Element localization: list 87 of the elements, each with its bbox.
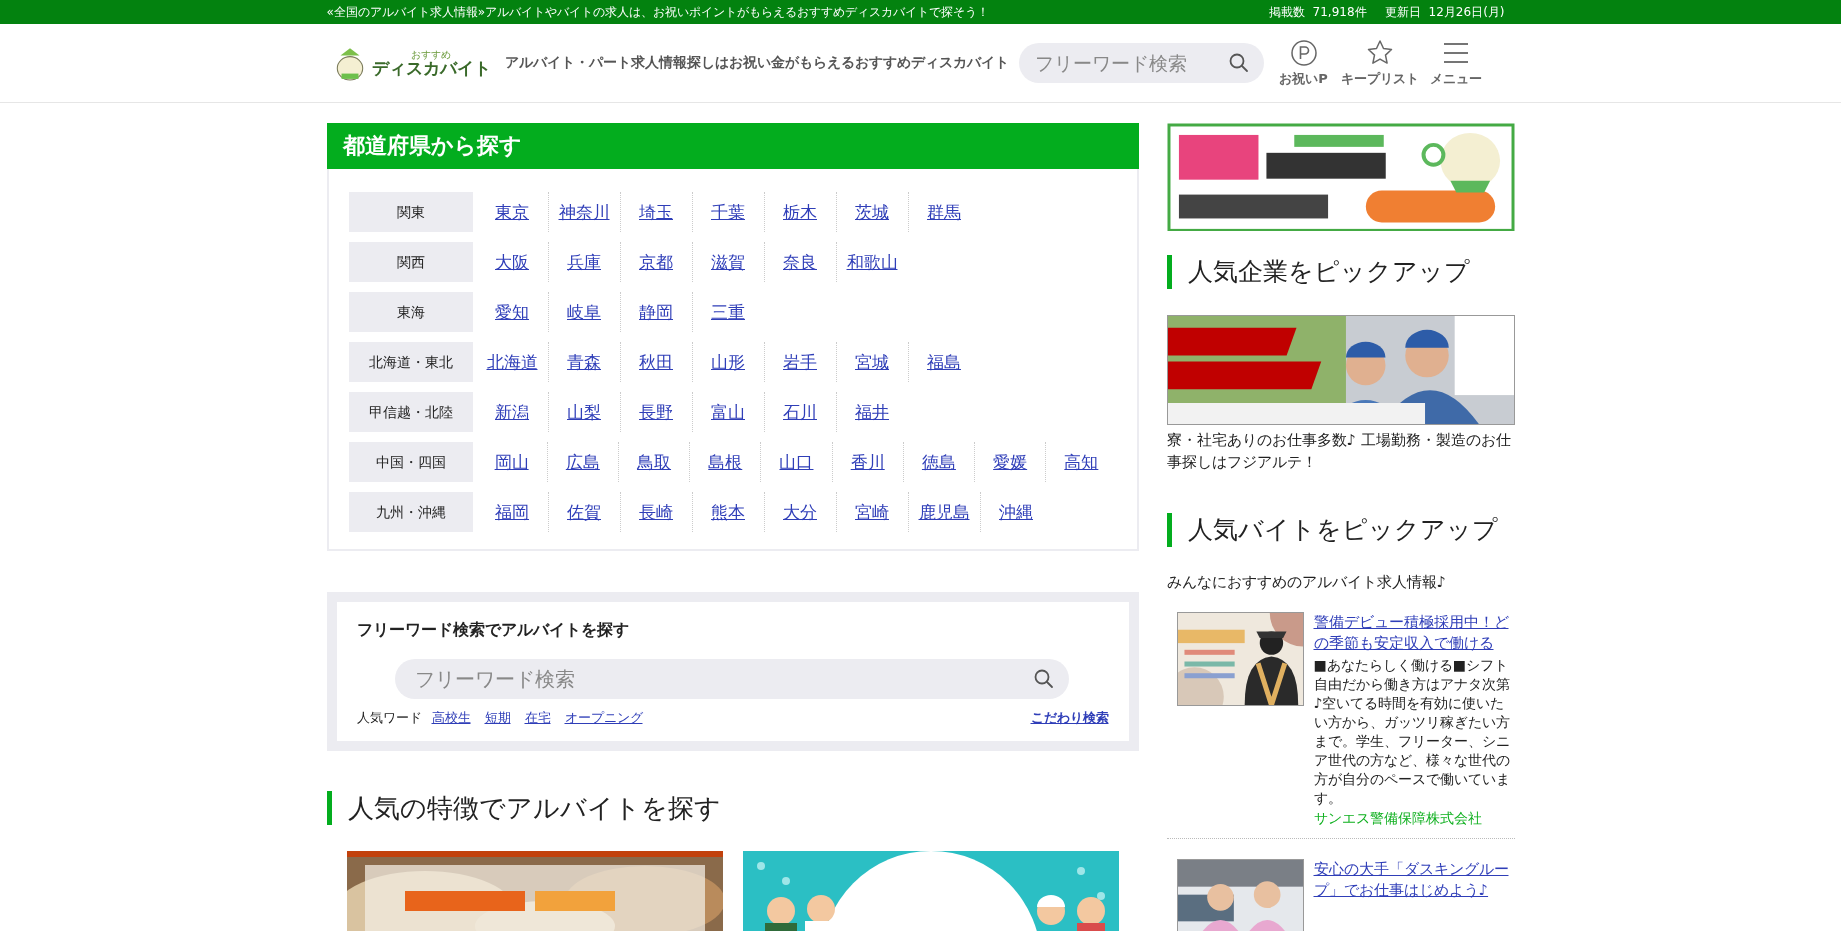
- prefecture-link[interactable]: 長崎: [639, 502, 673, 522]
- intro-text: みんなにおすすめのアルバイト求人情報♪: [1166, 573, 1448, 592]
- prefecture-link[interactable]: 福井: [855, 402, 889, 422]
- prefecture-link[interactable]: 沖縄: [999, 502, 1033, 522]
- prefecture-link[interactable]: 東京: [495, 202, 529, 222]
- site-message: «全国のアルバイト求人情報»アルバイトやバイトの求人は、お祝いポイントがもらえるおすすめディスカバイトで探そう！: [326, 3, 990, 21]
- count-label: 掲載数: [1268, 3, 1305, 21]
- prefecture-link[interactable]: 福島: [927, 352, 961, 372]
- prefecture-link[interactable]: 京都: [639, 252, 673, 272]
- prefecture-link[interactable]: 山形: [711, 352, 745, 372]
- logo[interactable]: おすすめ ディスカバイト: [331, 45, 491, 81]
- keep-list-button[interactable]: キープリスト: [1343, 38, 1416, 88]
- listing-count: 71,918件: [1312, 3, 1367, 21]
- prefecture-link[interactable]: 鹿児島: [918, 502, 970, 522]
- prefecture-link[interactable]: 奈良: [783, 252, 817, 272]
- prefecture-link[interactable]: 山口: [779, 452, 814, 472]
- updated-date: 12月26日(月): [1428, 3, 1505, 21]
- section-title: 人気企業をピックアップ: [1166, 255, 1515, 289]
- prefecture-link[interactable]: 高知: [1064, 452, 1099, 472]
- prefecture-link[interactable]: 宮城: [855, 352, 889, 372]
- search-icon: [1227, 52, 1250, 74]
- section-title: 人気バイトをピックアップ: [1166, 513, 1515, 547]
- popular-word-link[interactable]: 高校生: [431, 709, 471, 727]
- prefecture-link[interactable]: 徳島: [921, 452, 956, 472]
- prefecture-link[interactable]: 広島: [565, 452, 600, 472]
- prefecture-link[interactable]: 香川: [850, 452, 885, 472]
- popular-word-link[interactable]: 短期: [484, 709, 511, 727]
- prefecture-link[interactable]: 栃木: [783, 202, 817, 222]
- section-title: 人気の特徴でアルバイトを探す: [326, 791, 1139, 825]
- prefecture-link[interactable]: 群馬: [927, 202, 961, 222]
- prefecture-link[interactable]: 熊本: [711, 502, 745, 522]
- region-label: 甲信越・北陸: [348, 392, 473, 432]
- search-field[interactable]: フリーワード検索: [394, 659, 1069, 699]
- prefecture-link[interactable]: 大阪: [495, 252, 529, 272]
- updated-label: 更新日: [1384, 3, 1421, 21]
- prefecture-link[interactable]: 北海道: [486, 352, 538, 372]
- prefecture-link[interactable]: 富山: [711, 402, 745, 422]
- search-icon: [1032, 668, 1055, 690]
- prefecture-link[interactable]: 島根: [708, 452, 743, 472]
- company-name: サンエス警備保障株式会社: [1313, 810, 1483, 828]
- region-label: 北海道・東北: [348, 342, 473, 382]
- search-field[interactable]: フリーワード検索: [1018, 43, 1264, 83]
- prefecture-link[interactable]: 山梨: [567, 402, 601, 422]
- prefecture-link[interactable]: 青森: [567, 352, 601, 372]
- job-description: ■あなたらしく働ける■シフト自由だから働き方はアナタ次第♪空いてる時間を有効に使いたい方から、ガッツリ稼ぎたい方まで。学生、フリーター、シニア世代の方など、様々な世代の方が自分のペースで働いています。: [1313, 656, 1511, 808]
- prefecture-link[interactable]: 兵庫: [567, 252, 601, 272]
- prefecture-link[interactable]: 長野: [639, 402, 673, 422]
- prefecture-link[interactable]: 静岡: [639, 302, 673, 322]
- job-link[interactable]: 警備デビュー積極採用中！どの季節も安定収入で働ける: [1313, 612, 1515, 654]
- prefecture-link[interactable]: 愛媛: [993, 452, 1028, 472]
- prefecture-link[interactable]: 三重: [711, 302, 745, 322]
- popular-word-link[interactable]: 在宅: [524, 709, 551, 727]
- prefecture-link[interactable]: 新潟: [495, 402, 529, 422]
- points-button[interactable]: お祝いP: [1267, 38, 1340, 88]
- tagline: アルバイト・パート求人情報探しはお祝い金がもらえるおすすめディスカバイト: [504, 54, 1009, 72]
- region-label: 東海: [348, 292, 473, 332]
- region-label: 中国・四国: [348, 442, 473, 482]
- prefecture-link[interactable]: 茨城: [855, 202, 889, 222]
- region-label: 九州・沖縄: [348, 492, 473, 532]
- prefecture-link[interactable]: 秋田: [639, 352, 673, 372]
- prefecture-link[interactable]: 神奈川: [558, 202, 610, 222]
- star-icon: [1365, 38, 1394, 67]
- prefecture-link[interactable]: 岡山: [494, 452, 529, 472]
- prefecture-link[interactable]: 岩手: [783, 352, 817, 372]
- points-icon: [1289, 38, 1318, 67]
- company-description: 寮・社宅ありのお仕事多数♪ 工場勤務・製造のお仕事探しはフジアルテ！: [1166, 430, 1512, 473]
- region-label: 関西: [348, 242, 473, 282]
- menu-button[interactable]: メニュー: [1419, 38, 1492, 88]
- prefecture-link[interactable]: 千葉: [711, 202, 745, 222]
- prefecture-link[interactable]: 福岡: [495, 502, 529, 522]
- prefecture-link[interactable]: 宮崎: [855, 502, 889, 522]
- popular-words-label: 人気ワード: [356, 709, 422, 727]
- prefecture-link[interactable]: 和歌山: [846, 252, 898, 272]
- prefecture-link[interactable]: 大分: [783, 502, 817, 522]
- advanced-search-link[interactable]: こだわり検索: [1030, 709, 1109, 727]
- search-title: フリーワード検索でアルバイトを探す: [356, 620, 630, 641]
- prefecture-link[interactable]: 埼玉: [639, 202, 673, 222]
- prefecture-link[interactable]: 佐賀: [567, 502, 601, 522]
- prefecture-link[interactable]: 岐阜: [567, 302, 601, 322]
- prefecture-link[interactable]: 鳥取: [637, 452, 672, 472]
- region-label: 関東: [348, 192, 473, 232]
- prefecture-link[interactable]: 愛知: [495, 302, 529, 322]
- prefecture-link[interactable]: 石川: [783, 402, 817, 422]
- section-title: 都道府県から探す: [326, 123, 1139, 169]
- popular-word-link[interactable]: オープニング: [564, 709, 643, 727]
- prefecture-link[interactable]: 滋賀: [711, 252, 745, 272]
- job-link[interactable]: 安心の大手「ダスキングループ」でお仕事はじめよう♪: [1313, 859, 1515, 901]
